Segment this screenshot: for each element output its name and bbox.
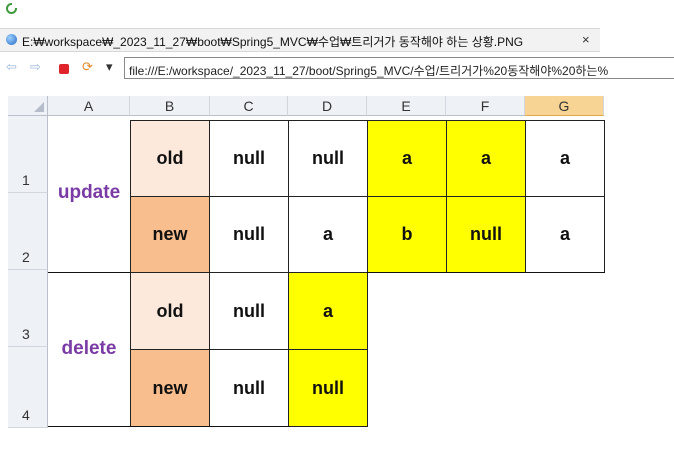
delete-label: delete [61, 338, 117, 359]
cell-b1[interactable]: old [130, 120, 210, 197]
column-header-g[interactable]: G [525, 96, 604, 116]
column-header-a[interactable]: A [48, 96, 130, 116]
update-label: update [57, 182, 121, 203]
cell-d4[interactable]: null [288, 349, 368, 427]
chevron-down-icon[interactable]: ▾ [106, 59, 113, 75]
cell-b3[interactable]: old [130, 272, 210, 350]
cell-b2[interactable]: new [130, 196, 210, 273]
globe-icon [6, 34, 17, 45]
cell-d1[interactable]: null [288, 120, 368, 197]
divider [367, 272, 605, 273]
cell-c4[interactable]: null [209, 349, 289, 427]
cell-f2[interactable]: null [446, 196, 526, 273]
cell-e2[interactable]: b [367, 196, 447, 273]
url-field[interactable]: file:///E:/workspace/_2023_11_27/boot/Sp… [124, 57, 674, 79]
column-header-b[interactable]: B [130, 96, 210, 116]
row-header-1[interactable]: 1 [8, 116, 48, 193]
cell-d3[interactable]: a [288, 272, 368, 350]
cell-g2[interactable]: a [525, 196, 605, 273]
column-header-e[interactable]: E [367, 96, 446, 116]
row-header-3[interactable]: 3 [8, 270, 48, 347]
back-icon[interactable]: ⇦ [6, 59, 17, 75]
column-header-f[interactable]: F [446, 96, 525, 116]
row-header-4[interactable]: 4 [8, 347, 48, 428]
browser-toolbar: ⇦ ⇨ ⟳ ▾ file:///E:/workspace/_2023_11_27… [0, 53, 674, 85]
refresh-icon[interactable]: ⟳ [82, 59, 93, 75]
cell-g1[interactable]: a [525, 120, 605, 197]
cell-c1[interactable]: null [209, 120, 289, 197]
stop-icon[interactable] [59, 64, 69, 74]
tab-title: E:₩workspace₩_2023_11_27₩boot₩Spring5_MV… [22, 35, 524, 49]
cell-d2[interactable]: a [288, 196, 368, 273]
cell-f1[interactable]: a [446, 120, 526, 197]
divider [48, 426, 290, 427]
tab-close-icon[interactable]: × [582, 32, 590, 47]
app-icon [6, 3, 17, 14]
url-text: file:///E:/workspace/_2023_11_27/boot/Sp… [129, 64, 609, 78]
cell-b4[interactable]: new [130, 349, 210, 427]
select-all-corner[interactable] [8, 96, 48, 116]
column-header-c[interactable]: C [210, 96, 288, 116]
divider [48, 272, 130, 273]
column-header-d[interactable]: D [288, 96, 367, 116]
cell-e1[interactable]: a [367, 120, 447, 197]
cell-c3[interactable]: null [209, 272, 289, 350]
row-header-2[interactable]: 2 [8, 193, 48, 270]
image-tab[interactable]: E:₩workspace₩_2023_11_27₩boot₩Spring5_MV… [0, 28, 600, 52]
forward-icon[interactable]: ⇨ [30, 59, 41, 75]
cell-c2[interactable]: null [209, 196, 289, 273]
